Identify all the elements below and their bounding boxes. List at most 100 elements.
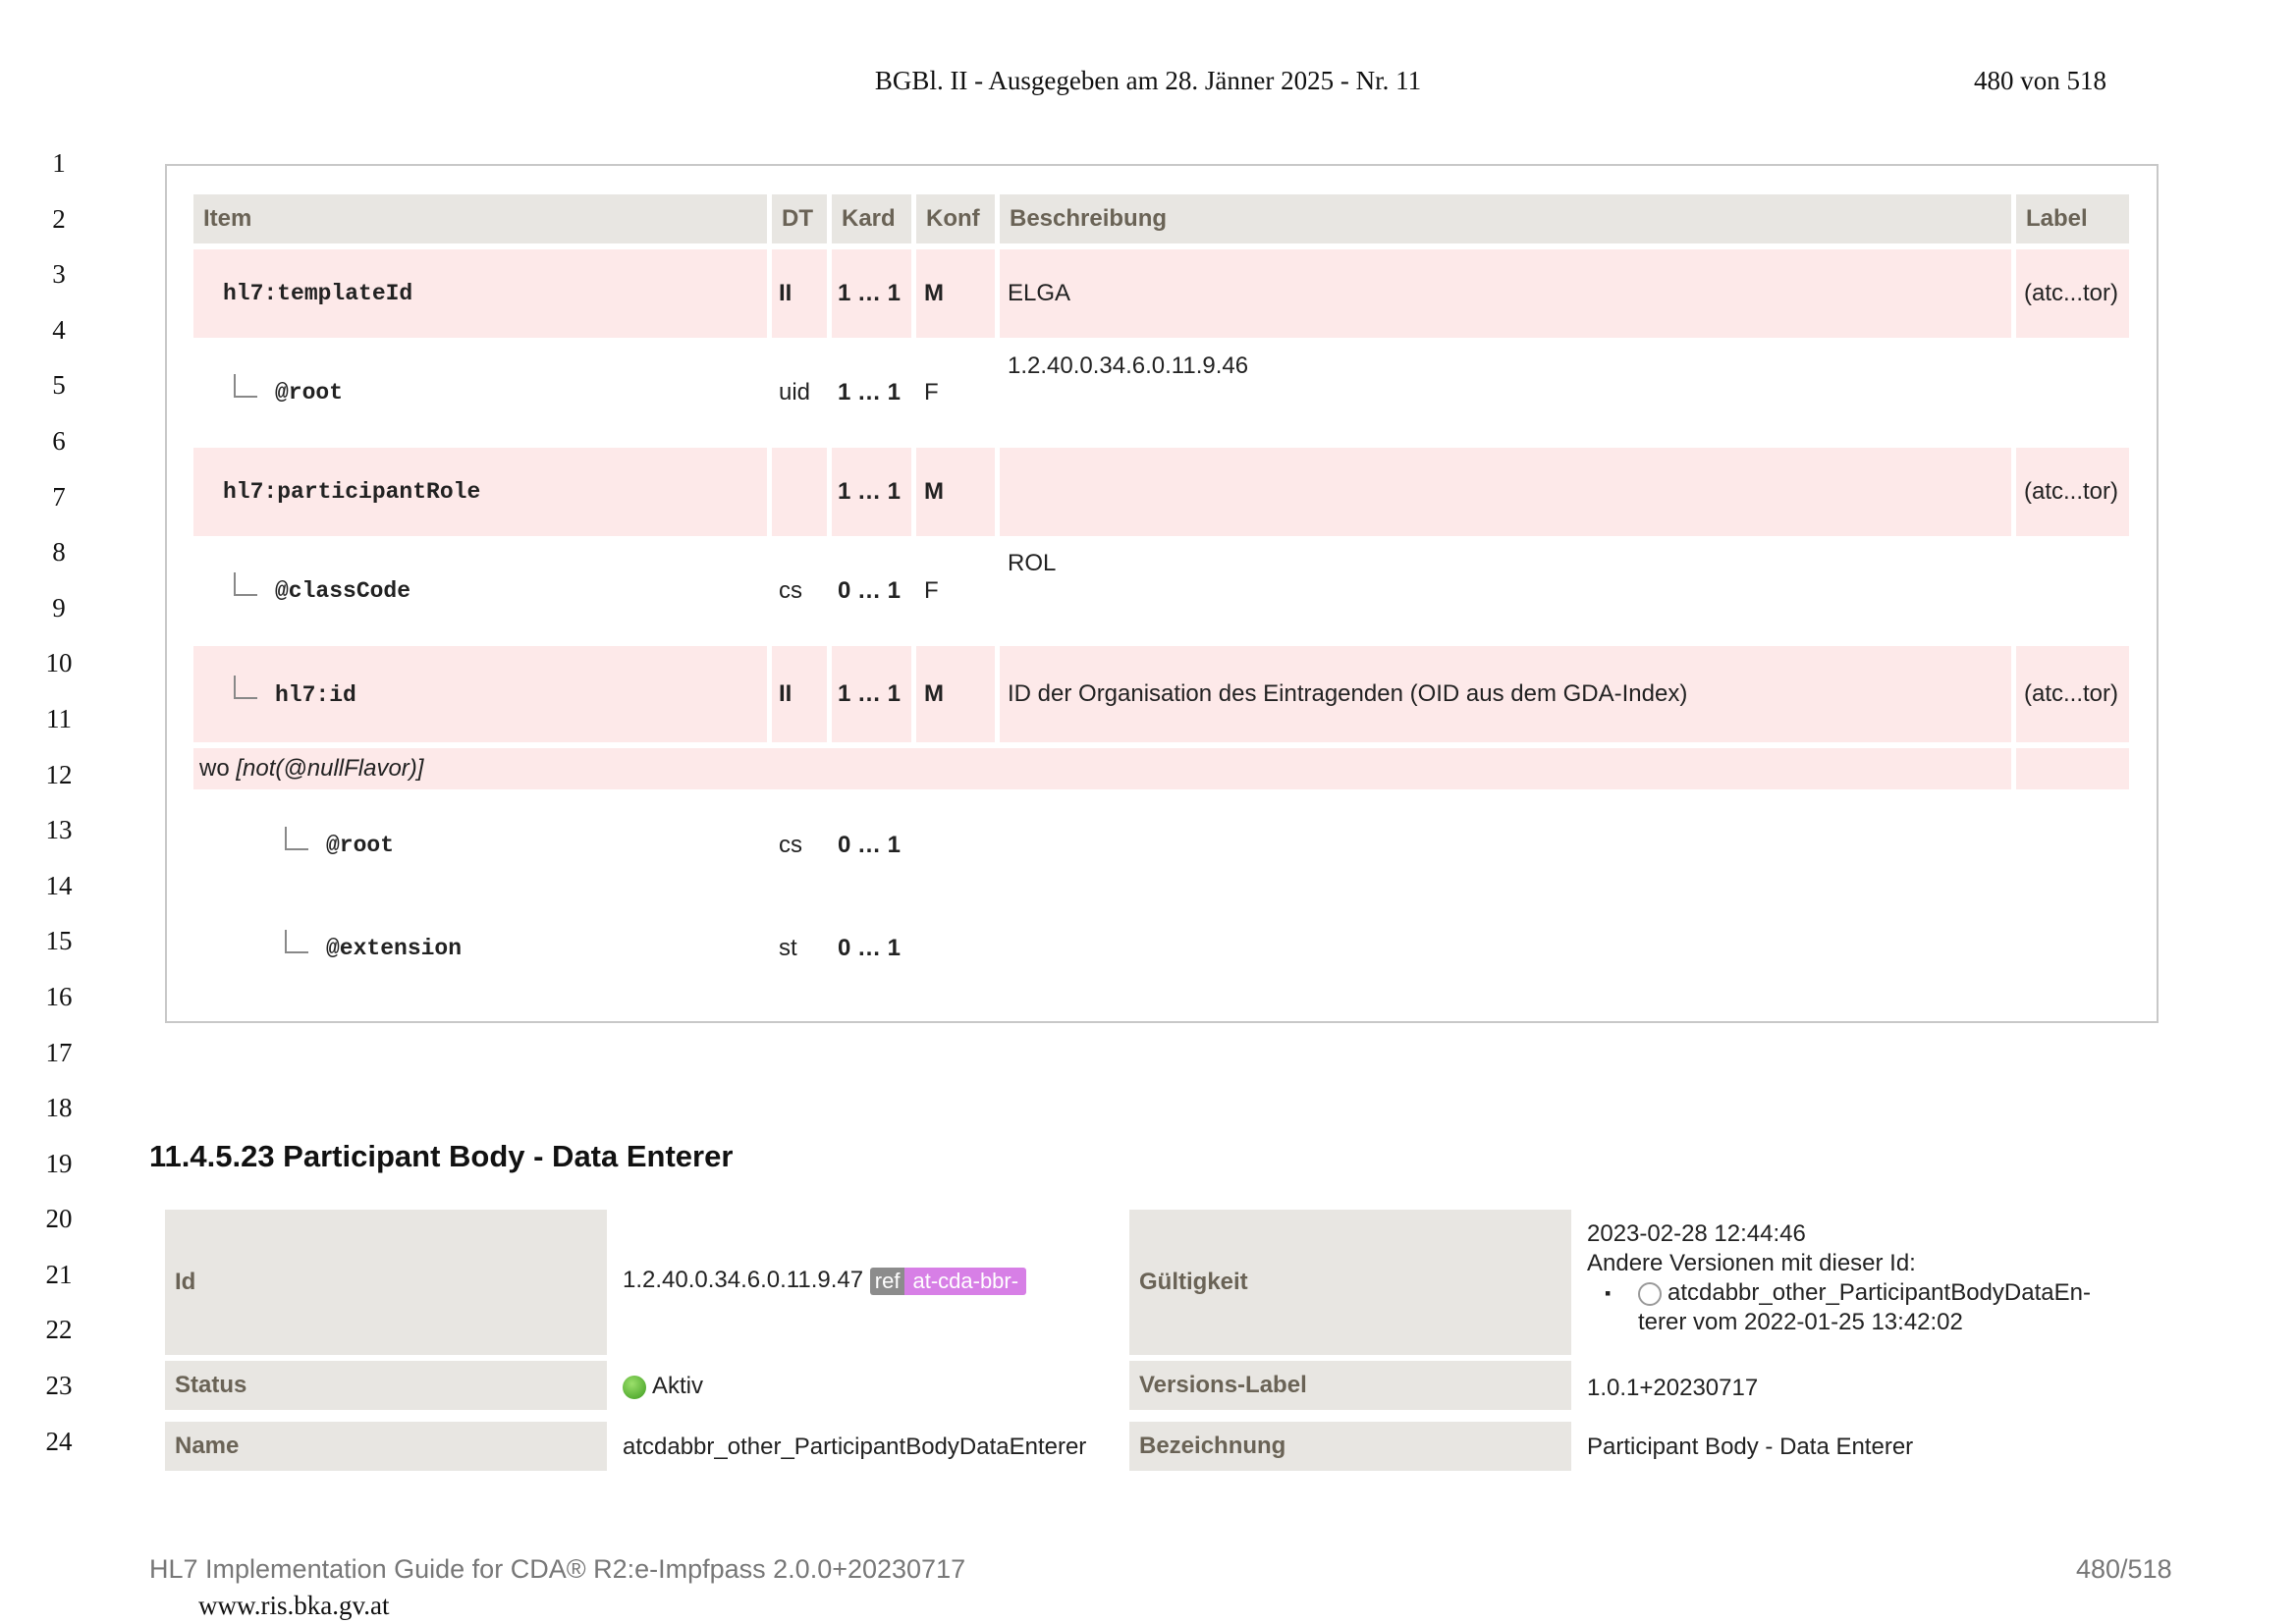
table-row-kard: 0 … 1 — [838, 577, 902, 604]
meta-versions-label-label: Versions-Label — [1129, 1361, 1571, 1410]
table-row-kard: 1 … 1 — [832, 249, 911, 338]
radio-icon[interactable] — [1638, 1281, 1662, 1306]
item-name: hl7:participantRole — [223, 479, 481, 505]
page-header-title: BGBl. II - Ausgegeben am 28. Jänner 2025… — [874, 66, 1422, 95]
line-number: 10 — [45, 648, 73, 678]
table-row-label: (atc...tor) — [2016, 448, 2129, 536]
table-row-konf: M — [916, 249, 995, 338]
table-row-dt: II — [772, 646, 827, 742]
meta-gueltigkeit-label: Gültigkeit — [1129, 1210, 1571, 1355]
table-row-kard: 1 … 1 — [832, 448, 911, 536]
table-row-item: @extension — [326, 936, 463, 961]
meta-bezeichnung-label: Bezeichnung — [1129, 1422, 1571, 1471]
line-number: 9 — [52, 592, 66, 622]
tree-connector-icon — [234, 374, 257, 398]
table-row-dt: cs — [779, 577, 802, 604]
ref-badge[interactable]: ref — [869, 1267, 905, 1295]
page-header-number: 480 von 518 — [1974, 66, 2106, 95]
line-number: 5 — [52, 370, 66, 401]
table-row-item: hl7:templateId — [193, 249, 767, 338]
line-number: 24 — [45, 1426, 73, 1456]
line-number: 23 — [45, 1371, 73, 1401]
line-number: 20 — [45, 1204, 73, 1234]
col-header-dt: DT — [772, 194, 827, 243]
tree-connector-icon — [285, 827, 308, 850]
table-row-konf: F — [924, 379, 939, 406]
tree-connector-icon — [234, 676, 257, 699]
meta-name-label: Name — [165, 1422, 607, 1471]
line-number: 1 — [52, 148, 66, 178]
meta-status-value: Aktiv — [623, 1373, 703, 1400]
other-version-line2: terer vom 2022‑01‑25 13:42:02 — [1638, 1309, 1963, 1335]
table-row-kard: 0 … 1 — [838, 832, 902, 858]
line-number: 14 — [45, 870, 73, 900]
line-number: 18 — [45, 1093, 73, 1123]
line-number: 7 — [52, 481, 66, 512]
line-number: 13 — [45, 815, 73, 845]
other-version-item[interactable]: ▪ atcdabbr_other_ParticipantBodyDataEn- … — [1587, 1278, 2091, 1337]
meta-status-label: Status — [165, 1361, 607, 1410]
table-row-beschreibung: ELGA — [1000, 249, 2011, 338]
table-row-item: @classCode — [275, 578, 411, 604]
table-row-kard: 1 … 1 — [832, 646, 911, 742]
status-dot-icon — [623, 1375, 646, 1399]
line-number: 6 — [52, 425, 66, 456]
item-name: hl7:id — [275, 682, 356, 708]
line-number: 3 — [52, 259, 66, 290]
line-number: 4 — [52, 314, 66, 345]
footer-guide-title: HL7 Implementation Guide for CDA® R2:e-I… — [149, 1554, 966, 1584]
line-number: 16 — [45, 981, 73, 1011]
table-row-dt: II — [772, 249, 827, 338]
col-header-konf: Konf — [916, 194, 995, 243]
where-condition: wo [not(@nullFlavor)] — [193, 748, 2011, 789]
where-prefix: wo — [199, 755, 230, 782]
line-number: 17 — [45, 1037, 73, 1067]
col-header-item: Item — [193, 194, 767, 243]
meta-gueltigkeit-value: 2023‑02‑28 12:44:46 Andere Versionen mit… — [1587, 1219, 2091, 1337]
table-row-beschreibung — [1000, 448, 2011, 536]
where-expression: [not(@nullFlavor)] — [236, 755, 424, 782]
meta-versions-label-value: 1.0.1+20230717 — [1587, 1375, 1759, 1401]
table-row-label: (atc...tor) — [2016, 646, 2129, 742]
where-condition-label — [2016, 748, 2129, 789]
status-text: Aktiv — [652, 1373, 704, 1399]
table-row-label: (atc...tor) — [2016, 249, 2129, 338]
section-title: 11.4.5.23 Participant Body - Data Entere… — [149, 1139, 734, 1173]
col-header-kard: Kard — [832, 194, 911, 243]
ref-name-badge[interactable]: at-cda-bbr- — [904, 1267, 1027, 1295]
table-row-konf: M — [916, 448, 995, 536]
table-row-konf: F — [924, 577, 939, 604]
line-number: 19 — [45, 1148, 73, 1178]
table-row-beschreibung: ID der Organisation des Eintragenden (OI… — [1000, 646, 2011, 742]
table-row-dt: st — [779, 935, 797, 961]
col-header-label: Label — [2016, 194, 2129, 243]
item-name: hl7:templateId — [223, 281, 413, 306]
line-number: 25 — [29, 1477, 88, 1487]
table-row-dt — [772, 448, 827, 536]
table-row-item: hl7:participantRole — [193, 448, 767, 536]
table-row-item: @root — [275, 380, 344, 406]
other-versions-label: Andere Versionen mit dieser Id: — [1587, 1250, 1916, 1276]
line-number: 2 — [52, 203, 66, 234]
line-numbers: 1 2 3 4 5 6 7 8 9 10 11 12 13 14 15 16 1… — [29, 143, 88, 1487]
table-row-beschreibung: ROL — [1008, 550, 1057, 576]
gueltigkeit-date: 2023‑02‑28 12:44:46 — [1587, 1220, 1806, 1247]
meta-name-value: atcdabbr_other_ParticipantBodyDataEntere… — [623, 1434, 1087, 1460]
line-number: 11 — [46, 703, 72, 733]
line-number: 21 — [45, 1259, 73, 1289]
other-version-line1: atcdabbr_other_ParticipantBodyDataEn- — [1667, 1279, 2091, 1306]
table-row-kard: 0 … 1 — [838, 935, 902, 961]
table-row-dt: cs — [779, 832, 802, 858]
id-value: 1.2.40.0.34.6.0.11.9.47 — [623, 1267, 864, 1293]
line-number: 22 — [45, 1315, 73, 1345]
table-row-kard: 1 … 1 — [838, 379, 902, 406]
col-header-beschreibung: Beschreibung — [1000, 194, 2011, 243]
table-row-item: @root — [326, 833, 395, 858]
table-row-konf: M — [916, 646, 995, 742]
tree-connector-icon — [285, 930, 308, 953]
table-row-dt: uid — [779, 379, 811, 406]
tree-connector-icon — [234, 572, 257, 596]
meta-bezeichnung-value: Participant Body - Data Enterer — [1587, 1434, 1914, 1460]
meta-id-value: 1.2.40.0.34.6.0.11.9.47 ref at-cda-bbr- — [623, 1267, 1027, 1295]
footer-url[interactable]: www.ris.bka.gv.at — [198, 1591, 389, 1621]
